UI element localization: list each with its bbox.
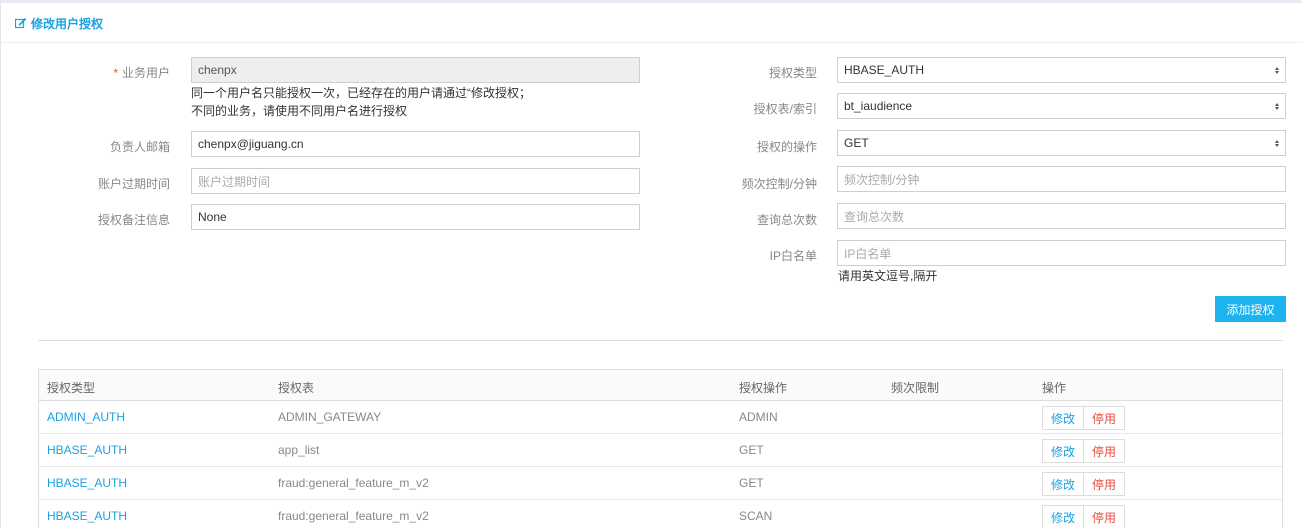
section-divider xyxy=(38,340,1283,341)
cell-op: SCAN xyxy=(739,509,773,523)
disable-button[interactable]: 停用 xyxy=(1083,406,1126,430)
disable-button[interactable]: 停用 xyxy=(1083,472,1126,496)
select-arrows-icon xyxy=(1274,66,1280,75)
top-border xyxy=(0,0,1302,3)
required-mark: * xyxy=(113,66,118,80)
cell-op: GET xyxy=(739,476,764,490)
table-row: HBASE_AUTH fraud:general_feature_m_v2 GE… xyxy=(39,467,1282,500)
left-edge xyxy=(0,0,1,528)
cell-type[interactable]: HBASE_AUTH xyxy=(47,443,127,457)
auth-table: 授权类型 授权表 授权操作 频次限制 操作 ADMIN_AUTH ADMIN_G… xyxy=(38,369,1283,528)
select-arrows-icon xyxy=(1274,102,1280,111)
owner-email-input[interactable]: chenpx@jiguang.cn xyxy=(191,131,640,157)
table-row: HBASE_AUTH app_list GET 修改 停用 xyxy=(39,434,1282,467)
panel-title: 修改用户授权 xyxy=(15,14,103,32)
auth-op-select[interactable]: GET xyxy=(837,130,1286,156)
col-header-type: 授权类型 xyxy=(47,381,96,395)
cell-op: GET xyxy=(739,443,764,457)
select-arrows-icon xyxy=(1274,139,1280,148)
col-header-action: 操作 xyxy=(1042,381,1067,395)
table-row: HBASE_AUTH fraud:general_feature_m_v2 SC… xyxy=(39,500,1282,528)
panel-title-text: 修改用户授权 xyxy=(31,16,104,31)
expire-time-label: 账户过期时间 xyxy=(97,177,170,191)
auth-table-label: 授权表/索引 xyxy=(753,102,817,116)
title-divider xyxy=(0,42,1302,43)
col-header-limit: 频次限制 xyxy=(891,381,940,395)
remark-label: 授权备注信息 xyxy=(97,213,170,227)
remark-input[interactable]: None xyxy=(191,204,640,230)
business-user-input[interactable]: chenpx xyxy=(191,57,640,83)
business-user-help-2: 不同的业务，请使用不同用户名进行授权 xyxy=(191,104,408,118)
disable-button[interactable]: 停用 xyxy=(1083,505,1126,528)
add-auth-button[interactable]: 添加授权 xyxy=(1215,296,1286,322)
rate-limit-input[interactable]: 频次控制/分钟 xyxy=(837,166,1286,192)
business-user-label: * 业务用户 xyxy=(113,66,170,80)
rate-limit-label: 频次控制/分钟 xyxy=(741,177,817,191)
cell-op: ADMIN xyxy=(739,410,778,424)
table-header: 授权类型 授权表 授权操作 频次限制 操作 xyxy=(39,370,1282,401)
auth-type-select[interactable]: HBASE_AUTH xyxy=(837,57,1286,83)
ip-whitelist-label: IP白名单 xyxy=(769,249,817,263)
ip-whitelist-help: 请用英文逗号,隔开 xyxy=(838,269,938,283)
edit-button[interactable]: 修改 xyxy=(1042,439,1085,463)
table-row: ADMIN_AUTH ADMIN_GATEWAY ADMIN 修改 停用 xyxy=(39,401,1282,434)
col-header-table: 授权表 xyxy=(278,381,315,395)
edit-button[interactable]: 修改 xyxy=(1042,472,1085,496)
owner-email-label: 负责人邮箱 xyxy=(109,140,170,154)
total-queries-input[interactable]: 查询总次数 xyxy=(837,203,1286,229)
auth-op-label: 授权的操作 xyxy=(756,140,817,154)
col-header-op: 授权操作 xyxy=(739,381,788,395)
cell-table: fraud:general_feature_m_v2 xyxy=(278,476,429,490)
edit-icon xyxy=(15,18,27,29)
edit-button[interactable]: 修改 xyxy=(1042,406,1085,430)
cell-table: fraud:general_feature_m_v2 xyxy=(278,509,429,523)
edit-button[interactable]: 修改 xyxy=(1042,505,1085,528)
disable-button[interactable]: 停用 xyxy=(1083,439,1126,463)
cell-table: ADMIN_GATEWAY xyxy=(278,410,382,424)
cell-type[interactable]: HBASE_AUTH xyxy=(47,476,127,490)
cell-type[interactable]: HBASE_AUTH xyxy=(47,509,127,523)
auth-table-select[interactable]: bt_iaudience xyxy=(837,93,1286,119)
total-queries-label: 查询总次数 xyxy=(756,213,817,227)
auth-type-label: 授权类型 xyxy=(768,66,817,80)
cell-type[interactable]: ADMIN_AUTH xyxy=(47,410,125,424)
expire-time-input[interactable]: 账户过期时间 xyxy=(191,168,640,194)
cell-table: app_list xyxy=(278,443,320,457)
business-user-help-1: 同一个用户名只能授权一次，已经存在的用户请通过“修改授权； xyxy=(191,86,531,100)
ip-whitelist-input[interactable]: IP白名单 xyxy=(837,240,1286,266)
